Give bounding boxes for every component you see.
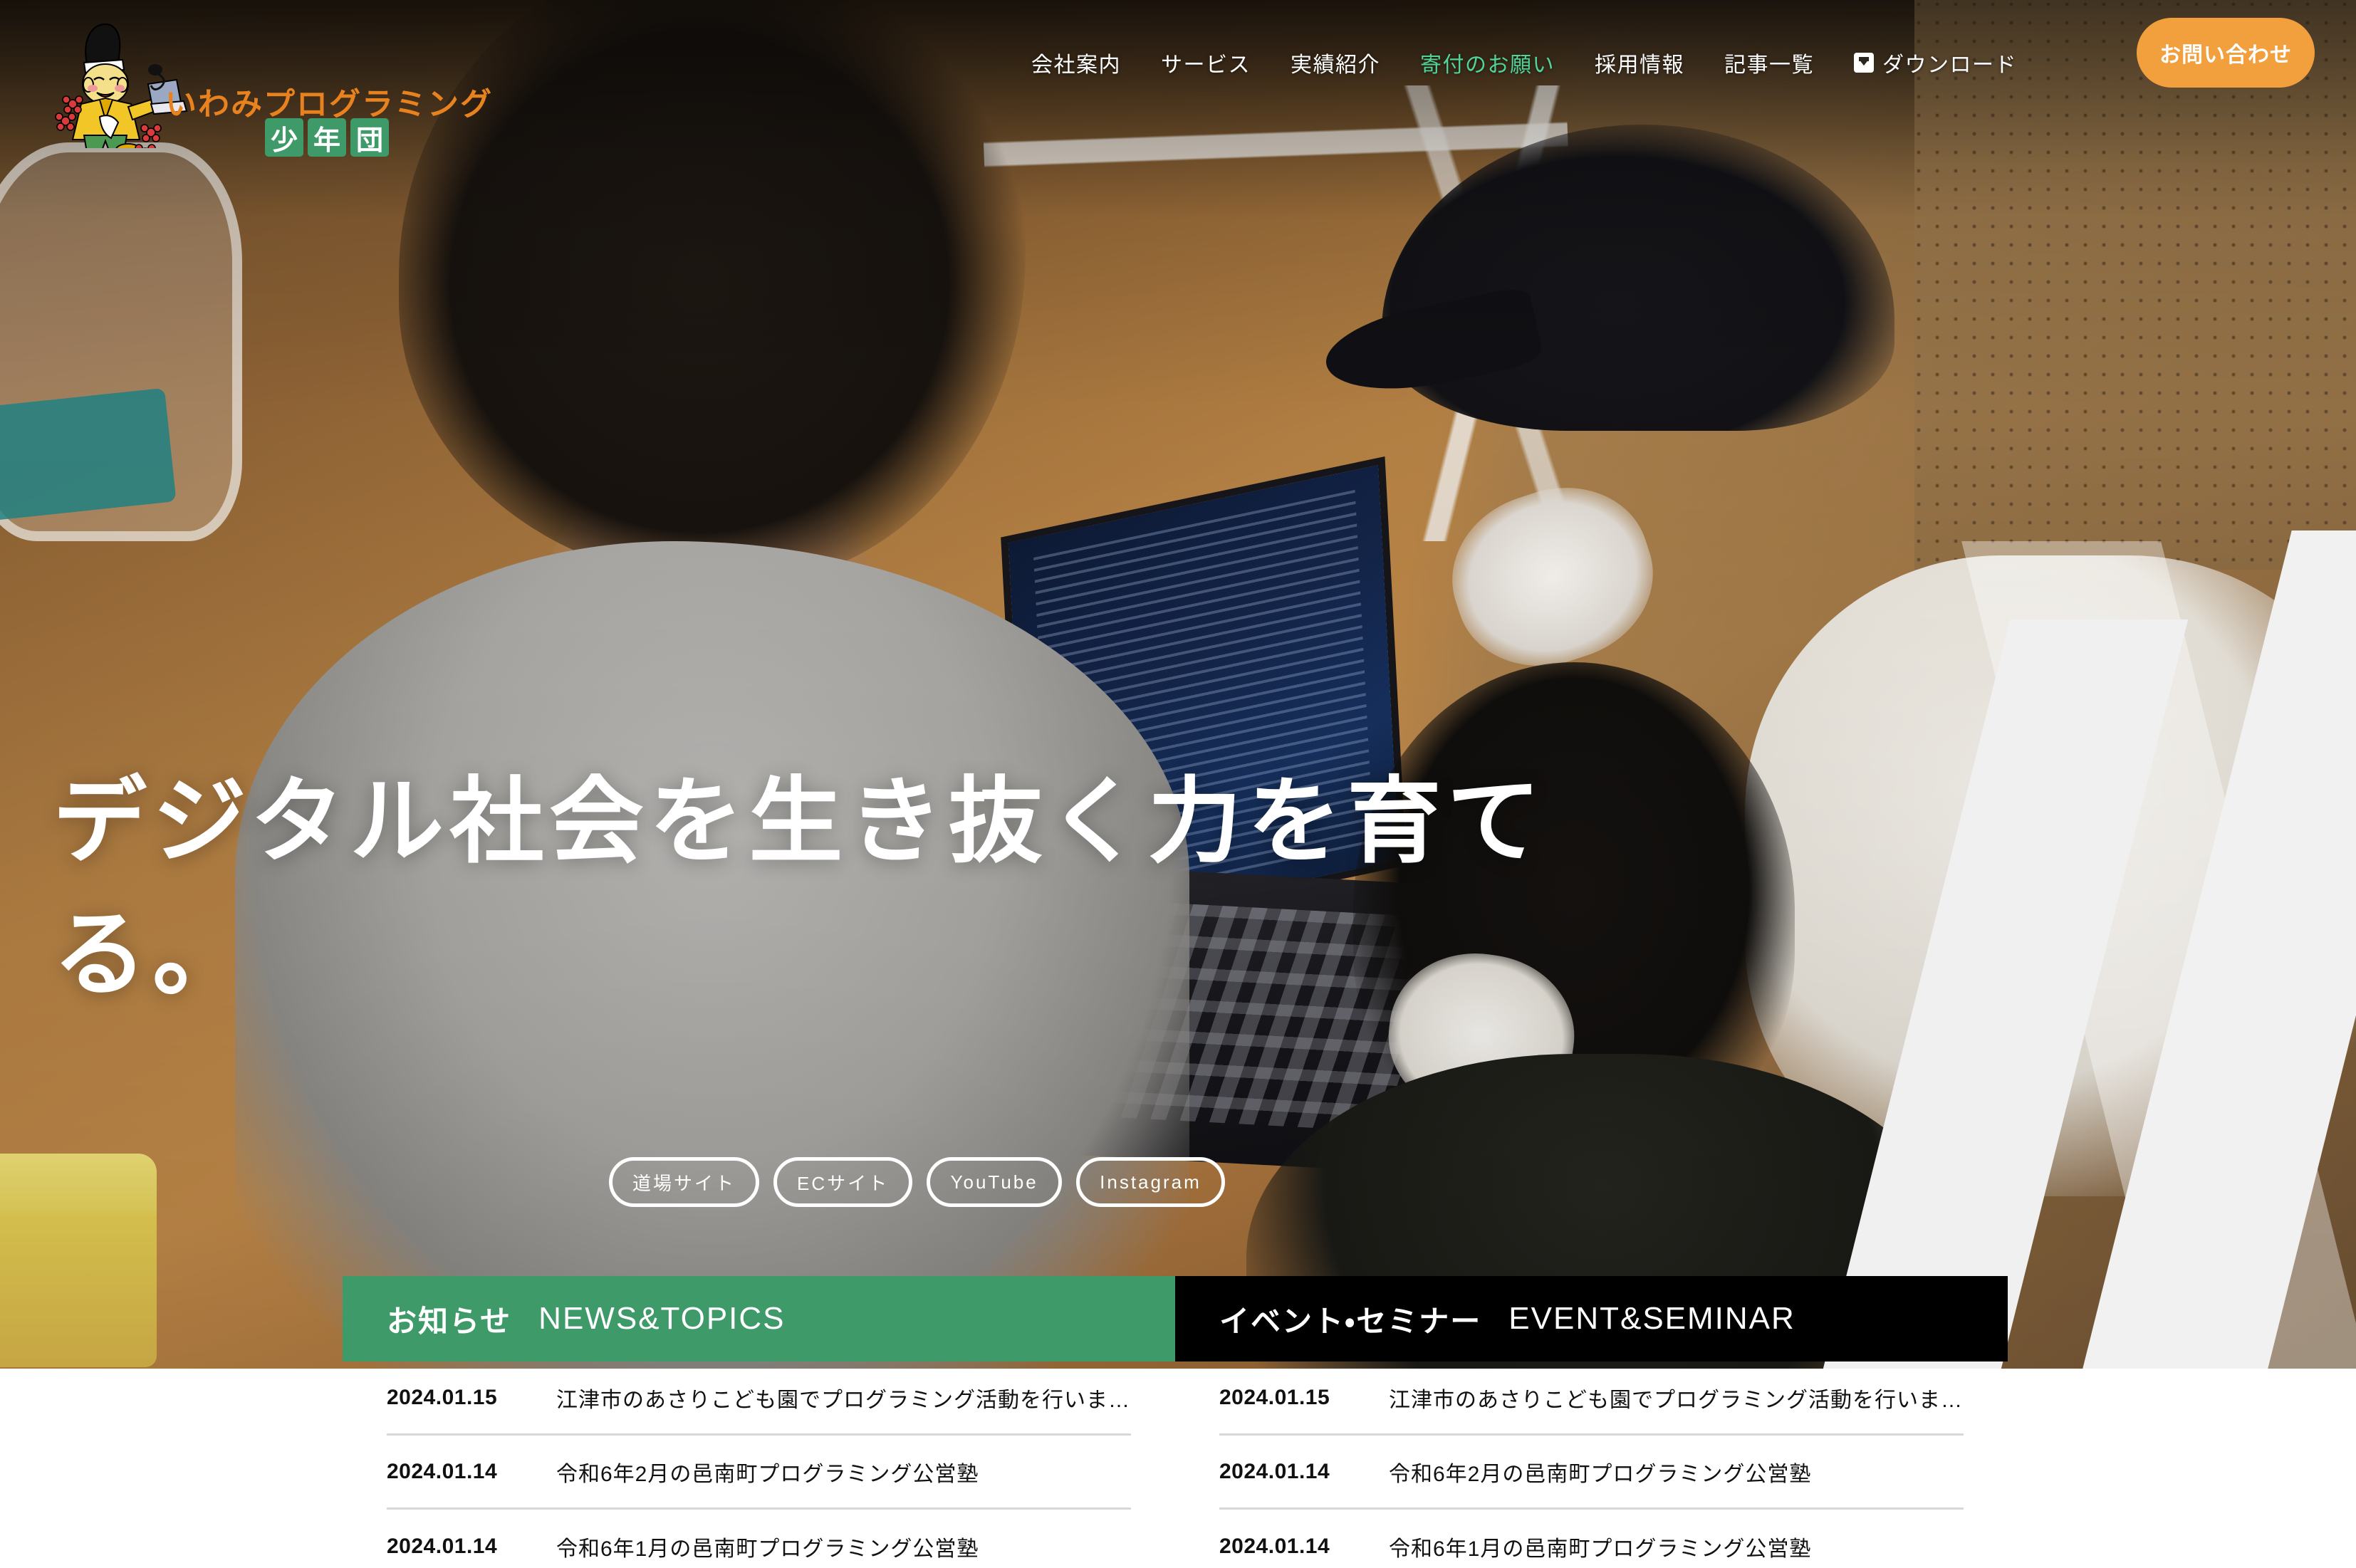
download-icon — [1854, 53, 1874, 73]
hero-title: デジタル社会を生き抜く力を育てる。 — [53, 769, 1547, 1008]
table-row[interactable]: 2024.01.14 令和6年2月の邑南町プログラミング公営塾 — [1219, 1436, 1964, 1510]
news-item-title: 令和6年2月の邑南町プログラミング公営塾 — [556, 1462, 979, 1486]
nav-item-donation[interactable]: 寄付のお願い — [1400, 47, 1575, 78]
event-item-title: 令和6年1月の邑南町プログラミング公営塾 — [1389, 1537, 1812, 1561]
hero-link-ec[interactable]: ECサイト — [773, 1157, 913, 1207]
news-item-title: 令和6年1月の邑南町プログラミング公営塾 — [556, 1537, 979, 1561]
event-item-title: 令和6年2月の邑南町プログラミング公営塾 — [1389, 1462, 1812, 1486]
table-row[interactable]: 2024.01.15 江津市のあさりこども園でプログラミング活動を行いました！ — [1219, 1361, 1964, 1436]
event-item-date: 2024.01.14 — [1219, 1535, 1330, 1558]
table-row[interactable]: 2024.01.14 令和6年1月の邑南町プログラミング公営塾 — [387, 1510, 1131, 1568]
logo-badge-char-2: 年 — [308, 118, 346, 157]
table-row[interactable]: 2024.01.14 令和6年2月の邑南町プログラミング公営塾 — [387, 1436, 1131, 1510]
table-row[interactable]: 2024.01.14 令和6年1月の邑南町プログラミング公営塾 — [1219, 1510, 1964, 1568]
table-row[interactable]: 2024.01.15 江津市のあさりこども園でプログラミング活動を行いました！ — [387, 1361, 1131, 1436]
news-item-title: 江津市のあさりこども園でプログラミング活動を行いました！ — [556, 1388, 1131, 1412]
event-column: イベント・セミナー EVENT&SEMINAR 2024.01.15 江津市のあ… — [1175, 1276, 2008, 1568]
main-navigation: 会社案内 サービス 実績紹介 寄付のお願い 採用情報 記事一覧 ダウンロード — [1011, 0, 2037, 125]
news-list: 2024.01.15 江津市のあさりこども園でプログラミング活動を行いました！ … — [343, 1361, 1175, 1568]
hero-link-instagram[interactable]: Instagram — [1076, 1157, 1225, 1207]
nav-item-articles[interactable]: 記事一覧 — [1704, 47, 1834, 78]
event-item-title: 江津市のあさりこども園でプログラミング活動を行いました！ — [1389, 1388, 1964, 1412]
news-header: お知らせ NEWS&TOPICS — [343, 1276, 1175, 1361]
news-item-date: 2024.01.14 — [387, 1459, 498, 1483]
contact-button[interactable]: お問い合わせ — [2137, 18, 2315, 88]
news-event-section: お知らせ NEWS&TOPICS 2024.01.15 江津市のあさりこども園で… — [0, 1276, 2356, 1568]
news-item-date: 2024.01.15 — [387, 1385, 498, 1409]
news-column: お知らせ NEWS&TOPICS 2024.01.15 江津市のあさりこども園で… — [343, 1276, 1175, 1568]
nav-item-download-label: ダウンロード — [1882, 53, 2017, 77]
event-heading-ja: イベント・セミナー — [1219, 1304, 1482, 1338]
logo-badge-char-1: 少 — [265, 118, 303, 157]
logo-wordmark: いわみプログラミング — [165, 87, 493, 122]
logo-badge-char-3: 団 — [350, 118, 389, 157]
landing-page: いわみプログラミング 少 年 団 会社案内 サービス 実績紹介 寄付のお願い 採… — [0, 0, 2356, 1568]
logo-badge: 少 年 団 — [265, 118, 389, 157]
site-logo[interactable]: いわみプログラミング 少 年 団 — [44, 13, 491, 162]
event-item-date: 2024.01.15 — [1219, 1385, 1330, 1409]
news-item-date: 2024.01.14 — [387, 1535, 498, 1558]
news-heading-en: NEWS&TOPICS — [538, 1301, 786, 1336]
nav-item-download[interactable]: ダウンロード — [1834, 47, 2037, 78]
news-heading-ja: お知らせ — [387, 1304, 512, 1338]
event-header: イベント・セミナー EVENT&SEMINAR — [1175, 1276, 2008, 1361]
event-heading-en: EVENT&SEMINAR — [1508, 1301, 1795, 1336]
hero-link-youtube[interactable]: YouTube — [927, 1157, 1063, 1207]
event-list: 2024.01.15 江津市のあさりこども園でプログラミング活動を行いました！ … — [1175, 1361, 2008, 1568]
event-item-date: 2024.01.14 — [1219, 1459, 1330, 1483]
site-header: いわみプログラミング 少 年 団 会社案内 サービス 実績紹介 寄付のお願い 採… — [0, 0, 2356, 162]
hero-link-group: 道場サイト ECサイト YouTube Instagram — [609, 1157, 1225, 1207]
hero-link-dojo[interactable]: 道場サイト — [609, 1157, 760, 1207]
nav-item-services[interactable]: サービス — [1141, 47, 1271, 78]
nav-item-recruit[interactable]: 採用情報 — [1575, 47, 1704, 78]
nav-item-company[interactable]: 会社案内 — [1011, 47, 1141, 78]
nav-item-works[interactable]: 実績紹介 — [1271, 47, 1400, 78]
